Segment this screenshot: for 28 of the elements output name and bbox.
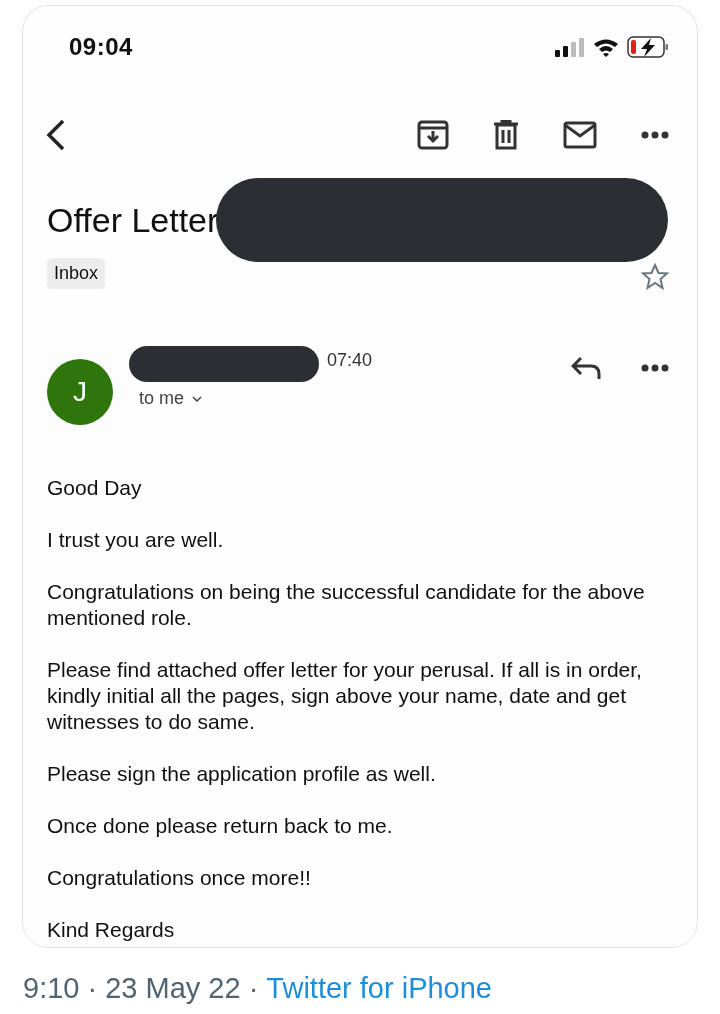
email-paragraph: Good Day xyxy=(47,475,143,501)
reply-button[interactable] xyxy=(571,356,601,380)
sender-avatar: J xyxy=(47,359,113,425)
star-button[interactable] xyxy=(641,262,669,290)
caret-icon xyxy=(192,395,203,402)
email-subject: Offer Letter xyxy=(47,200,219,240)
email-time: 07:40 xyxy=(327,350,373,371)
wifi-icon xyxy=(593,37,619,57)
email-paragraph: Kind Regards xyxy=(47,917,176,943)
back-button[interactable] xyxy=(45,119,67,151)
email-paragraph: Please sign the application profile as well. xyxy=(47,761,437,787)
more-button[interactable] xyxy=(641,364,669,372)
email-paragraph: I trust you are well. xyxy=(47,527,225,553)
source-link[interactable]: Twitter for iPhone xyxy=(266,972,492,1005)
archive-button[interactable] xyxy=(417,120,449,150)
battery-icon xyxy=(627,36,669,58)
recipient-toggle[interactable]: to me xyxy=(129,388,373,409)
delete-button[interactable] xyxy=(493,120,519,150)
more-button[interactable] xyxy=(641,131,669,139)
email-paragraph: Please find attached offer letter for your perusal. If all is in order, kindly initial all the pages, sign above your name, date and get witnesses to do same. xyxy=(47,657,643,735)
inbox-label: Inbox xyxy=(47,257,106,289)
email-paragraph: Congratulations on being the successful candidate for the above mentioned role. xyxy=(47,579,646,631)
email-paragraph: Congratulations once more!! xyxy=(47,865,312,891)
email-paragraph: Once done please return back to me. xyxy=(47,813,394,839)
signal-icon xyxy=(555,37,585,57)
status-time: 09:04 xyxy=(69,33,133,61)
mail-button[interactable] xyxy=(563,121,597,149)
tweet-timestamp: 9:10 · 23 May 22 · xyxy=(23,972,259,1005)
